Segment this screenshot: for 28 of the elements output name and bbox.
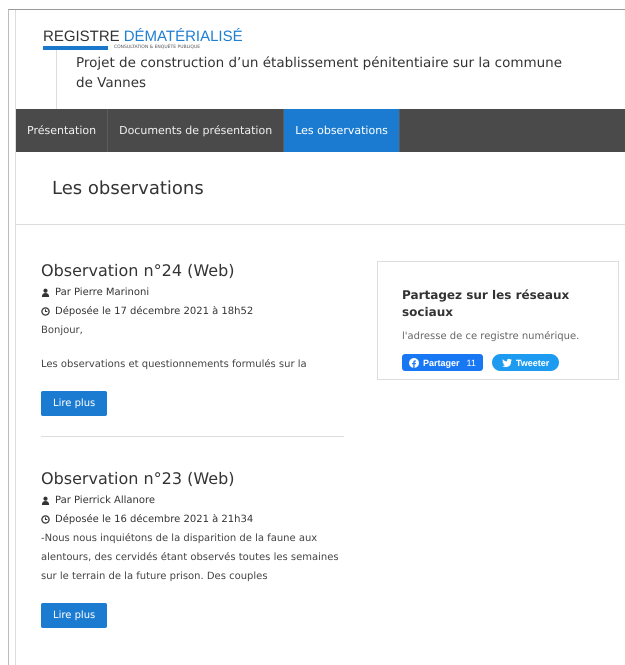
nav-tab[interactable]: Présentation [16, 109, 108, 152]
clock-icon [41, 307, 50, 316]
observation-text: Les observations et questionnements formulés sur la [41, 358, 308, 372]
logo-word: DÉMATÉRIALISÉ [124, 28, 243, 45]
observation-date: Déposée le 16 décembre 2021 à 21h34 [55, 513, 254, 527]
logo-bar [43, 46, 108, 50]
facebook-share-button[interactable]: Partager 11 [402, 354, 483, 371]
share-text: l'adresse de ce registre numérique. [402, 331, 580, 342]
facebook-icon [409, 358, 419, 368]
bird-icon [502, 358, 512, 368]
user-icon [41, 288, 50, 297]
observation-author: Par Pierre Marinoni [55, 286, 150, 300]
observation-title: Observation n°24 (Web) [41, 261, 236, 280]
clock-icon [41, 515, 50, 524]
observation-date: Déposée le 17 décembre 2021 à 18h52 [55, 305, 254, 319]
observation-title: Observation n°23 (Web) [41, 469, 236, 488]
logo-word: REGISTRE [43, 28, 120, 45]
observation-author: Par Pierrick Allanore [55, 494, 156, 508]
nav-tab[interactable]: Les observations [284, 109, 400, 152]
share-title: Partagez sur les réseaux sociaux [402, 287, 570, 321]
read-more-button[interactable]: Lire plus [41, 603, 108, 628]
read-more-button[interactable]: Lire plus [41, 391, 108, 416]
observation-text: -Nous nous inquiétons de la disparition de la faune aux alentours, des cervidés étant observés toutes les semaines sur le terrain de la future prison. Des couples [41, 532, 340, 584]
tweet-button[interactable]: Tweeter [492, 354, 560, 371]
page-heading: Les observations [52, 178, 204, 198]
project-title: Projet de construction d’un établissement pénitentiaire sur la commune de Vannes [76, 54, 564, 93]
observation-text: Bonjour, [41, 324, 84, 338]
user-icon [41, 496, 50, 505]
